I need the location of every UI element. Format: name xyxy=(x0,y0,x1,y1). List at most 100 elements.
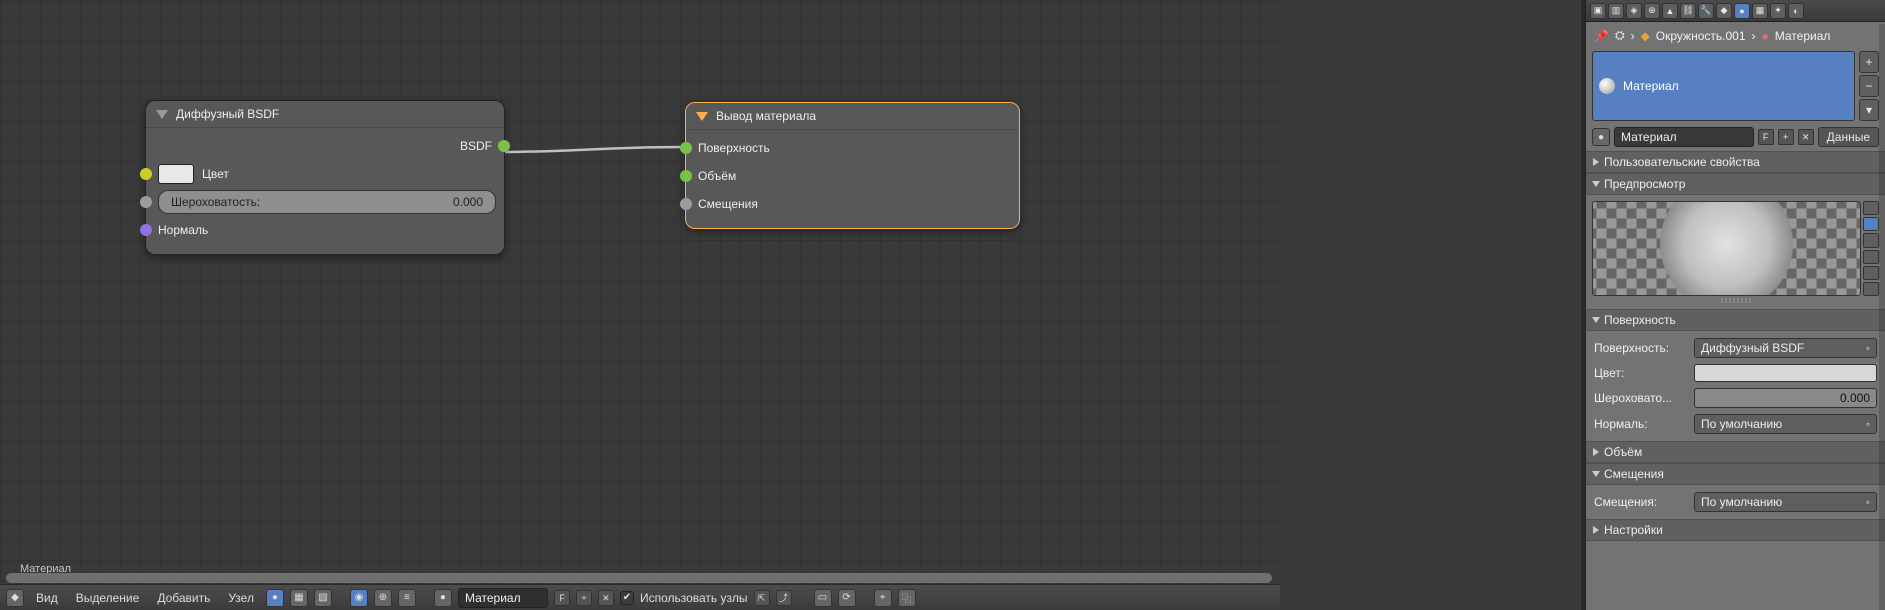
surface-shader-field[interactable]: Диффузный BSDF◦ xyxy=(1694,338,1877,358)
panel-settings[interactable]: Настройки xyxy=(1586,519,1885,541)
tab-physics-icon[interactable]: ◐ xyxy=(1788,3,1804,19)
panel-surface[interactable]: Поверхность xyxy=(1586,309,1885,331)
node-menu[interactable]: Узел xyxy=(222,588,260,608)
copy-nodes-icon[interactable]: ⿻ xyxy=(898,589,916,607)
preview-sphere-icon[interactable] xyxy=(1863,217,1879,231)
backdrop-icon[interactable]: ▭ xyxy=(814,589,832,607)
tab-material-icon[interactable]: ● xyxy=(1734,3,1750,19)
node-link-icon[interactable]: ◦ xyxy=(1866,495,1870,509)
snap-icon[interactable]: ⌖ xyxy=(874,589,892,607)
collapse-icon[interactable] xyxy=(696,112,708,121)
tab-modifiers-icon[interactable]: 🔧 xyxy=(1698,3,1714,19)
auto-render-icon[interactable]: ⟳ xyxy=(838,589,856,607)
add-menu[interactable]: Добавить xyxy=(151,588,216,608)
object-shader-icon[interactable]: ◉ xyxy=(350,589,368,607)
remove-slot-button[interactable]: − xyxy=(1859,75,1879,97)
color-field[interactable] xyxy=(1694,364,1877,382)
unlink-material-button[interactable]: ✕ xyxy=(1798,129,1814,145)
socket-input-displacement[interactable] xyxy=(680,198,692,210)
fake-user-button[interactable]: F xyxy=(1758,129,1774,145)
tab-constraints-icon[interactable]: ⛓ xyxy=(1680,3,1696,19)
panel-surface-body: Поверхность: Диффузный BSDF◦ Цвет: Шерох… xyxy=(1586,331,1885,441)
tab-data-icon[interactable]: ◆ xyxy=(1716,3,1732,19)
pin-button[interactable]: ⇱ xyxy=(754,590,770,606)
color-swatch[interactable] xyxy=(158,164,194,184)
preview-world-icon[interactable] xyxy=(1863,282,1879,296)
breadcrumb-object[interactable]: Окружность.001 xyxy=(1656,29,1746,43)
socket-input-volume[interactable] xyxy=(680,170,692,182)
roughness-field[interactable]: Шероховатость: 0.000 xyxy=(158,190,496,214)
node-link-button[interactable]: Данные xyxy=(1818,127,1879,147)
panel-custom-props[interactable]: Пользовательские свойства xyxy=(1586,151,1885,173)
pin-icon[interactable]: 📌 xyxy=(1594,29,1609,43)
preview-cube-icon[interactable] xyxy=(1863,233,1879,247)
use-nodes-checkbox[interactable]: ✔ xyxy=(620,591,634,605)
go-parent-button[interactable]: ⤴ xyxy=(776,590,792,606)
node-body: BSDF Цвет Шероховатость: 0.000 Нормаль xyxy=(146,128,504,254)
add-slot-button[interactable]: + xyxy=(1859,51,1879,73)
tab-scene-icon[interactable]: ◈ xyxy=(1626,3,1642,19)
preview-flat-icon[interactable] xyxy=(1863,201,1879,215)
input-color-row: Цвет xyxy=(154,160,496,188)
panel-volume[interactable]: Объём xyxy=(1586,441,1885,463)
linestyle-shader-icon[interactable]: ≡ xyxy=(398,589,416,607)
material-icon: ● xyxy=(1762,29,1769,43)
material-name-field[interactable]: Материал xyxy=(1614,127,1754,147)
material-preview xyxy=(1592,201,1879,296)
preview-monkey-icon[interactable] xyxy=(1863,250,1879,264)
preview-render[interactable] xyxy=(1592,201,1861,296)
panel-title: Поверхность xyxy=(1604,313,1676,327)
tab-render-icon[interactable]: ▣ xyxy=(1590,3,1606,19)
world-shader-icon[interactable]: ⊕ xyxy=(374,589,392,607)
resize-grip[interactable] xyxy=(1721,298,1751,303)
socket-input-normal[interactable] xyxy=(140,224,152,236)
view-menu[interactable]: Вид xyxy=(30,588,64,608)
fake-user-button[interactable]: F xyxy=(554,590,570,606)
node-title: Вывод материала xyxy=(716,109,816,123)
unlink-material-button[interactable]: ✕ xyxy=(598,590,614,606)
scrollbar-thumb[interactable] xyxy=(6,573,1272,583)
shader-tree-icon[interactable]: ● xyxy=(266,589,284,607)
add-material-button[interactable]: + xyxy=(576,590,592,606)
node-editor-viewport[interactable]: Диффузный BSDF BSDF Цвет Шероховатость: … xyxy=(0,0,1280,610)
compositing-tree-icon[interactable]: ▦ xyxy=(290,589,308,607)
select-menu[interactable]: Выделение xyxy=(70,588,146,608)
socket-output-bsdf[interactable] xyxy=(498,140,510,152)
horizontal-scrollbar[interactable] xyxy=(6,573,1272,583)
tab-texture-icon[interactable]: ▦ xyxy=(1752,3,1768,19)
material-name-field[interactable]: Материал xyxy=(458,588,548,608)
texture-tree-icon[interactable]: ▧ xyxy=(314,589,332,607)
roughness-field[interactable]: 0.000 xyxy=(1694,388,1877,408)
tab-particles-icon[interactable]: ✦ xyxy=(1770,3,1786,19)
node-link-icon[interactable]: ◦ xyxy=(1866,417,1870,431)
node-link-icon[interactable]: ◦ xyxy=(1866,341,1870,355)
material-slot[interactable]: Материал xyxy=(1592,51,1855,121)
node-header[interactable]: Вывод материала xyxy=(686,103,1019,130)
new-material-button[interactable]: + xyxy=(1778,129,1794,145)
material-preview-icon xyxy=(1599,78,1615,94)
tab-world-icon[interactable]: ⊕ xyxy=(1644,3,1660,19)
node-diffuse-bsdf[interactable]: Диффузный BSDF BSDF Цвет Шероховатость: … xyxy=(145,100,505,255)
socket-input-roughness[interactable] xyxy=(140,196,152,208)
material-browse-icon[interactable]: ● xyxy=(1592,128,1610,146)
slot-specials-button[interactable]: ▾ xyxy=(1859,99,1879,121)
normal-field[interactable]: По умолчанию◦ xyxy=(1694,414,1877,434)
vertical-scrollbar[interactable] xyxy=(1879,24,1885,610)
material-browse-icon[interactable]: ● xyxy=(434,589,452,607)
breadcrumb-material[interactable]: Материал xyxy=(1775,29,1831,43)
editor-type-icon[interactable]: ◆ xyxy=(6,589,24,607)
chevron-icon xyxy=(1593,158,1599,166)
node-material-output[interactable]: Вывод материала Поверхность Объём Смещен… xyxy=(685,102,1020,229)
socket-label: Объём xyxy=(698,169,736,183)
tab-render-layers-icon[interactable]: ▥ xyxy=(1608,3,1624,19)
socket-input-color[interactable] xyxy=(140,168,152,180)
socket-input-surface[interactable] xyxy=(680,142,692,154)
preview-hair-icon[interactable] xyxy=(1863,266,1879,280)
panel-preview[interactable]: Предпросмотр xyxy=(1586,173,1885,195)
node-header[interactable]: Диффузный BSDF xyxy=(146,101,504,128)
tab-object-icon[interactable]: ▲ xyxy=(1662,3,1678,19)
collapse-icon[interactable] xyxy=(156,110,168,119)
scene-icon: ⛭ xyxy=(1615,28,1625,43)
panel-displacement[interactable]: Смещения xyxy=(1586,463,1885,485)
displacement-field[interactable]: По умолчанию◦ xyxy=(1694,492,1877,512)
